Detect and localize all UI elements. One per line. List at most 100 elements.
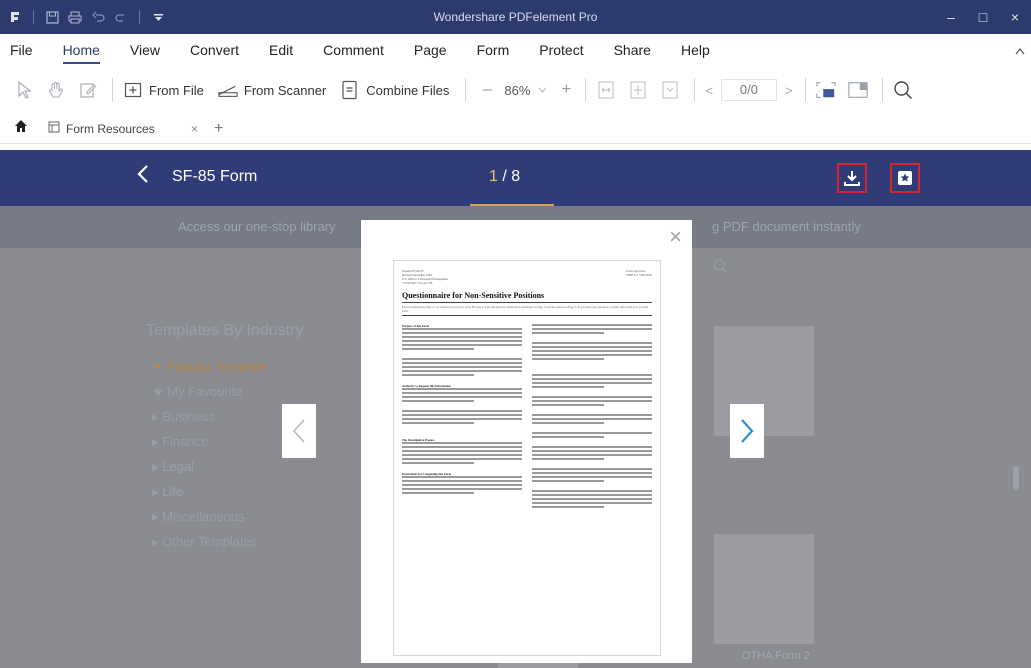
preview-next-button[interactable]	[730, 404, 764, 458]
maximize-button[interactable]: □	[967, 0, 999, 34]
category-finance[interactable]: ▸ Finance	[152, 429, 368, 454]
menu-view[interactable]: View	[130, 34, 160, 66]
menu-comment[interactable]: Comment	[323, 34, 384, 66]
category-my-favourite[interactable]: ★ My Favourite	[152, 379, 368, 404]
undo-icon[interactable]	[91, 10, 105, 24]
document-header-left: Standard Form 85 Revised September 1995 …	[402, 269, 448, 285]
menu-convert[interactable]: Convert	[190, 34, 239, 66]
from-file-button[interactable]: From File	[123, 80, 204, 100]
combine-files-button[interactable]: Combine Files	[340, 80, 449, 100]
category-panel: Templates By Industry ✦ Popular Template…	[128, 320, 368, 660]
menu-share[interactable]: Share	[614, 34, 651, 66]
select-tool-icon[interactable]	[14, 79, 34, 101]
home-icon[interactable]	[14, 119, 28, 138]
document-rule	[402, 315, 652, 316]
promo-text-right: g PDF document instantly	[712, 219, 861, 234]
divider	[139, 10, 140, 24]
divider	[585, 78, 587, 102]
document-column-right	[532, 324, 652, 510]
collapse-ribbon-icon[interactable]	[1015, 44, 1025, 58]
category-life[interactable]: ▸ Life	[152, 479, 368, 504]
form-icon	[48, 121, 60, 136]
quick-access-toolbar	[0, 0, 165, 34]
edit-tool-icon[interactable]	[78, 79, 98, 101]
divider	[881, 78, 883, 102]
actual-size-icon[interactable]	[660, 79, 680, 101]
form-header-bar: SF-85 Form 1 / 8	[0, 150, 1031, 206]
window-controls: – □ ×	[935, 0, 1031, 34]
back-button[interactable]	[136, 164, 150, 190]
search-icon[interactable]	[712, 258, 728, 279]
print-icon[interactable]	[68, 10, 82, 24]
menu-form[interactable]: Form	[477, 34, 510, 66]
new-tab-button[interactable]: +	[214, 120, 223, 138]
redo-icon[interactable]	[114, 10, 128, 24]
menu-home[interactable]: Home	[62, 34, 101, 66]
category-miscellaneous[interactable]: ▸ Miscellaneous	[152, 504, 368, 529]
category-label: Popular Template	[166, 359, 268, 374]
category-label: Legal	[162, 459, 194, 474]
prev-page-button[interactable]: <	[705, 83, 713, 98]
zoom-value[interactable]: 86%	[498, 83, 538, 98]
next-page-button[interactable]: >	[785, 83, 793, 98]
search-icon[interactable]	[893, 79, 913, 101]
category-label: Finance	[162, 434, 209, 449]
document-header: Standard Form 85 Revised September 1995 …	[402, 269, 652, 285]
zoom-dropdown-icon[interactable]	[538, 85, 547, 96]
menu-protect[interactable]: Protect	[539, 34, 583, 66]
zoom-control: – 86% +	[476, 81, 577, 99]
customize-quick-access-icon[interactable]	[151, 10, 165, 24]
zoom-out-button[interactable]: –	[476, 81, 498, 99]
tab-form-resources[interactable]: Form Resources ×	[38, 116, 208, 142]
zoom-in-button[interactable]: +	[555, 81, 577, 99]
template-thumbnail-label: OTHA Form 2	[742, 650, 810, 662]
category-popular-template[interactable]: ✦ Popular Template	[152, 354, 368, 379]
category-label: Life	[162, 484, 184, 499]
template-thumbnail[interactable]	[714, 534, 814, 644]
category-legal[interactable]: ▸ Legal	[152, 454, 368, 479]
category-business[interactable]: ▸ Business	[152, 404, 368, 429]
category-list: ✦ Popular Template ★ My Favourite ▸ Busi…	[152, 354, 368, 554]
save-icon[interactable]	[45, 10, 59, 24]
document-body: Purpose of this Form Authority to Reques…	[402, 324, 652, 510]
menu-bar: File Home View Convert Edit Comment Page…	[0, 34, 1031, 66]
menu-page[interactable]: Page	[414, 34, 447, 66]
page-number-field[interactable]: 0/0	[720, 79, 777, 101]
from-file-label: From File	[149, 82, 204, 98]
document-tabs-bar: Form Resources × +	[0, 114, 1031, 144]
present-mode-icon[interactable]	[847, 79, 868, 101]
minimize-button[interactable]: –	[935, 0, 967, 34]
close-button[interactable]: ×	[999, 0, 1031, 34]
preview-prev-button[interactable]	[282, 404, 316, 458]
ribbon-toolbar: From File From Scanner Combine Files – 8…	[0, 66, 1031, 114]
divider	[112, 78, 113, 102]
category-title: Templates By Industry	[146, 322, 304, 339]
form-title: SF-85 Form	[172, 168, 258, 185]
menu-file[interactable]: File	[10, 34, 33, 66]
tab-close-button[interactable]: ×	[191, 122, 198, 136]
document-intro: Follow instructions fully or we cannot p…	[402, 305, 648, 313]
category-label: Business	[162, 409, 215, 424]
category-label: Miscellaneous	[162, 509, 245, 524]
template-preview-modal: × Standard Form 85 Revised September 199…	[361, 220, 692, 663]
from-scanner-label: From Scanner	[243, 82, 327, 98]
form-resources-view: SF-85 Form 1 / 8 Access our one-stop lib…	[0, 150, 1031, 668]
document-preview: Standard Form 85 Revised September 1995 …	[393, 260, 661, 656]
template-thumbnail[interactable]	[714, 326, 814, 436]
menu-help[interactable]: Help	[681, 34, 710, 66]
menu-edit[interactable]: Edit	[269, 34, 293, 66]
preview-close-button[interactable]: ×	[669, 224, 682, 250]
from-scanner-button[interactable]: From Scanner	[218, 80, 326, 100]
promo-text-left: Access our one-stop library	[178, 219, 336, 234]
app-logo-icon[interactable]	[8, 10, 22, 24]
fit-page-icon[interactable]	[628, 79, 648, 101]
fit-width-icon[interactable]	[596, 79, 616, 101]
document-header-right: Form approved: OMB No. 3206-0005	[626, 269, 652, 277]
category-other-templates[interactable]: ▸ Other Templates	[152, 529, 368, 554]
combine-files-icon	[340, 80, 360, 100]
screenshot-icon[interactable]	[815, 79, 836, 101]
favorite-button[interactable]	[890, 163, 920, 193]
download-button[interactable]	[837, 163, 867, 193]
hand-tool-icon[interactable]	[46, 79, 66, 101]
gallery-scrollbar[interactable]	[1013, 466, 1019, 490]
